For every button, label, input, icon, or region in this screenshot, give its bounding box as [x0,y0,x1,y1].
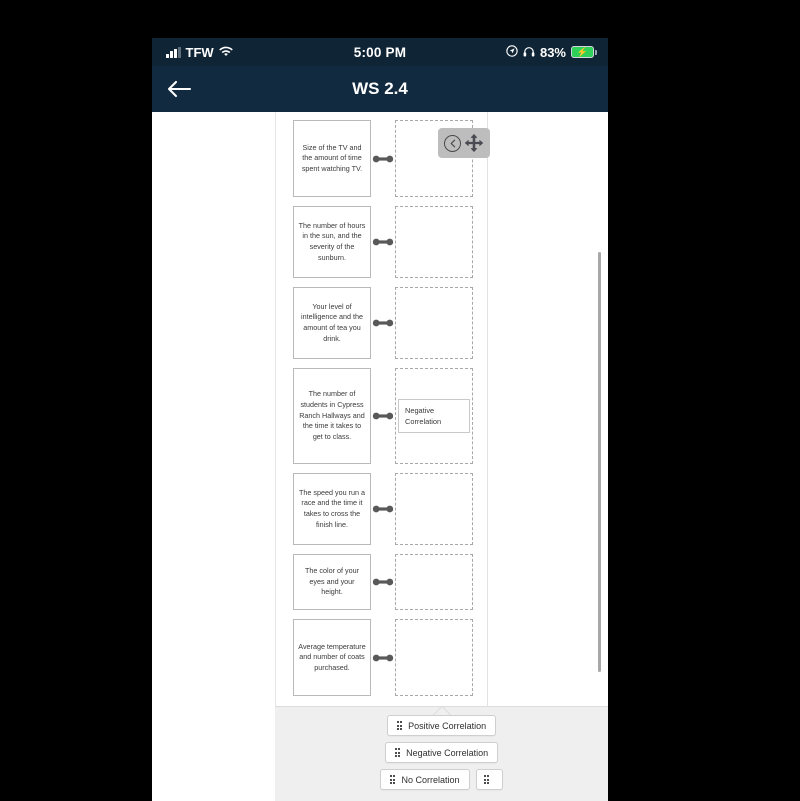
prompt-card: The number of hours in the sun, and the … [293,206,371,278]
drop-zone[interactable] [395,206,473,278]
connector [371,368,395,464]
connector [371,473,395,545]
chip-line: No Correlation [380,769,503,790]
status-bar-left: TFW [166,45,233,60]
dumbbell-connector-icon [372,155,394,162]
chevron-left-circle-icon [450,139,455,147]
drop-zone[interactable] [395,554,473,610]
placed-answer-tile[interactable]: Negative Correlation [398,398,470,434]
answer-chip-negative-correlation[interactable]: Negative Correlation [384,742,499,763]
prompt-card: Your level of intelligence and the amoun… [293,287,371,359]
connector [371,619,395,696]
dumbbell-connector-icon [372,505,394,513]
match-row: Average temperature and number of coats … [276,619,487,696]
connector [371,120,395,197]
connector [371,287,395,359]
match-row: Your level of intelligence and the amoun… [276,287,487,359]
match-row: The color of your eyes and your height. [276,554,487,610]
battery-percent-label: 83% [539,44,566,60]
drop-zone[interactable] [395,473,473,545]
headphones-icon [523,45,535,60]
move-handle[interactable] [464,133,484,153]
connector [371,206,395,278]
dumbbell-connector-icon [372,319,394,327]
prompt-card: The speed you run a race and the time it… [293,473,371,545]
dumbbell-connector-icon [372,578,394,586]
collapse-button[interactable] [444,134,461,152]
match-row: The number of students in Cypress Ranch … [276,368,487,464]
answer-chip-label: No Correlation [401,774,460,785]
carrier-label: TFW [185,44,214,60]
chip-line: Negative Correlation [384,742,499,763]
connector [371,554,395,610]
phone-viewport: TFW 5:00 PM 83% ⚡ WS 2.4 Size of the TV … [152,38,608,801]
prompt-card: The color of your eyes and your height. [293,554,371,610]
prompt-card: The number of students in Cypress Ranch … [293,368,371,464]
prompt-card: Size of the TV and the amount of time sp… [293,120,371,197]
drag-handle-icon[interactable] [396,721,403,730]
answer-bank-panel: Positive Correlation Negative Correlatio… [275,706,608,801]
back-arrow-icon [167,80,192,98]
app-nav-bar: WS 2.4 [152,66,608,112]
collapse-chevron-up-icon[interactable] [429,706,455,715]
status-bar-right: 83% ⚡ [506,44,597,60]
answer-chip-list: Positive Correlation Negative Correlatio… [275,707,608,790]
answer-chip-label: Negative Correlation [406,747,489,758]
floating-move-widget[interactable] [438,128,490,158]
drop-zone[interactable]: Negative Correlation [395,368,473,464]
drop-zone[interactable] [395,287,473,359]
scrollbar-thumb[interactable] [598,252,601,672]
back-button[interactable] [152,66,206,112]
prompt-card: Average temperature and number of coats … [293,619,371,696]
scrollbar-track[interactable] [598,112,601,801]
signal-bars-icon [166,46,181,58]
dumbbell-connector-icon [372,238,394,246]
match-row: The number of hours in the sun, and the … [276,206,487,278]
wifi-icon [218,45,233,60]
match-row: The speed you run a race and the time it… [276,473,487,545]
answer-chip-positive-correlation[interactable]: Positive Correlation [386,715,497,736]
page-title: WS 2.4 [352,79,408,98]
answer-chip-no-correlation[interactable]: No Correlation [380,769,470,790]
ios-status-bar: TFW 5:00 PM 83% ⚡ [152,38,608,66]
worksheet-page: Size of the TV and the amount of time sp… [275,112,488,801]
dumbbell-connector-icon [372,412,394,420]
move-four-arrows-icon [464,134,484,152]
dumbbell-connector-icon [372,654,394,661]
drag-handle-icon[interactable] [483,775,489,784]
worksheet-scroll-area[interactable]: Size of the TV and the amount of time sp… [152,112,608,801]
clock-label: 5:00 PM [353,44,407,60]
screenshot-root: TFW 5:00 PM 83% ⚡ WS 2.4 Size of the TV … [0,0,800,801]
answer-chip-extra[interactable] [475,769,503,790]
battery-charging-icon: ⚡ [571,46,597,58]
drag-handle-icon[interactable] [394,748,401,757]
chip-line: Positive Correlation [386,715,497,736]
answer-chip-label: Positive Correlation [408,720,487,731]
drop-zone[interactable] [395,619,473,696]
location-arrow-icon [506,44,518,60]
drag-handle-icon[interactable] [390,775,396,784]
